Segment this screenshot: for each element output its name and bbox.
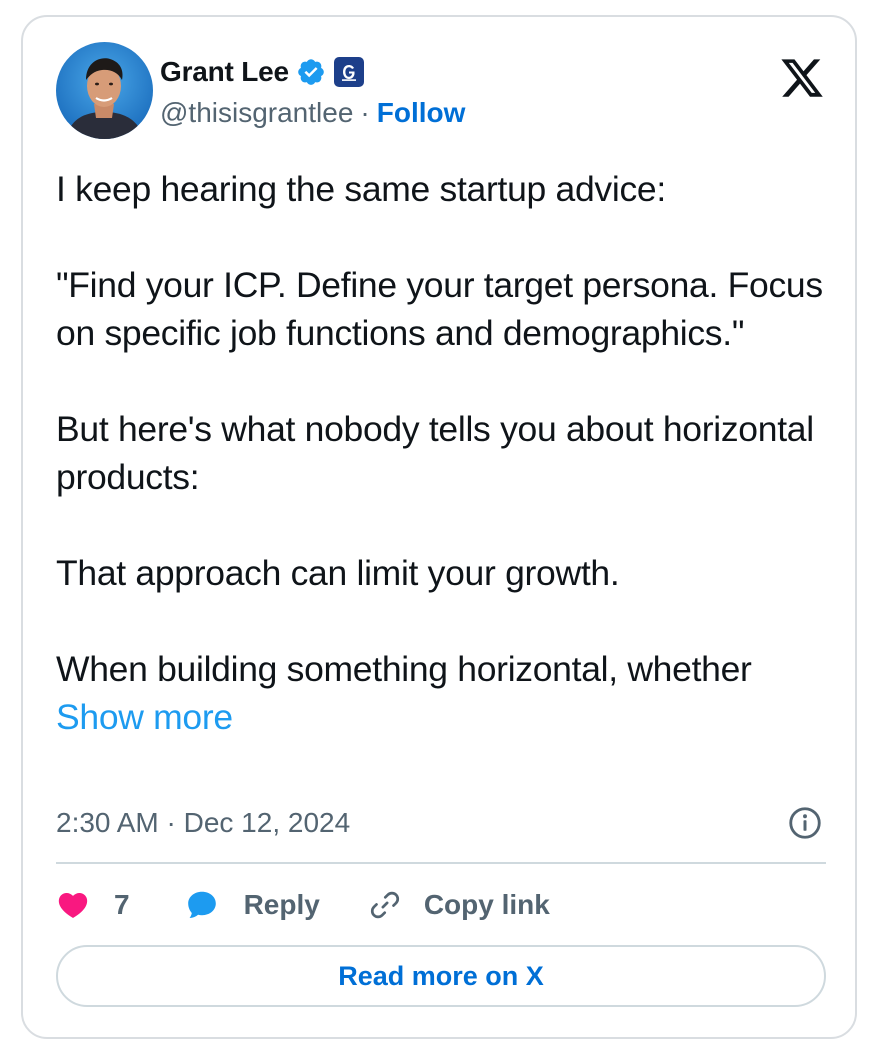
like-button[interactable]: 7 [56,888,130,922]
verified-badge-icon [298,59,324,85]
follow-button[interactable]: Follow [377,97,466,129]
x-logo-icon[interactable] [779,55,825,101]
author-name-row: Grant Lee [160,53,364,91]
avatar-image [56,42,153,139]
avatar[interactable] [56,42,153,139]
gamma-logo-icon [341,65,356,81]
link-icon [370,891,399,919]
reply-button[interactable]: Reply [184,887,320,923]
author-handle-row: @thisisgrantlee · Follow [160,95,465,131]
tweet-line: When building something horizontal, whet… [56,649,752,689]
show-more-link[interactable]: Show more [56,697,233,737]
gamma-affiliation-icon[interactable] [333,57,364,87]
tweet-timestamp[interactable]: 2:30 AM · Dec 12, 2024 [56,803,350,843]
author-handle[interactable]: @thisisgrantlee [160,97,353,129]
read-more-button[interactable]: Read more on X [56,945,826,1007]
tweet-text: I keep hearing the same startup advice: … [56,165,836,741]
handle-separator: · [360,97,370,128]
divider [56,862,826,864]
copy-link-button[interactable]: Copy link [368,888,550,922]
tweet-line: But here's what nobody tells you about h… [56,409,814,497]
copy-link-label: Copy link [423,889,550,920]
tweet-embed-card: Grant Lee @thisisgrantlee · Follow I kee… [21,15,857,1039]
tweet-line-last: When building something horizontal, whet… [56,645,836,741]
reply-label: Reply [243,889,320,920]
like-count: 7 [114,889,130,920]
author-name[interactable]: Grant Lee [160,56,289,88]
info-icon[interactable] [787,805,823,841]
reply-bubble-icon [187,891,216,919]
tweet-line: I keep hearing the same startup advice: [56,169,666,209]
tweet-line: That approach can limit your growth. [56,553,620,593]
tweet-line: "Find your ICP. Define your target perso… [56,265,823,353]
action-bar: 7 Reply Copy link [56,883,550,927]
heart-icon [58,892,88,918]
